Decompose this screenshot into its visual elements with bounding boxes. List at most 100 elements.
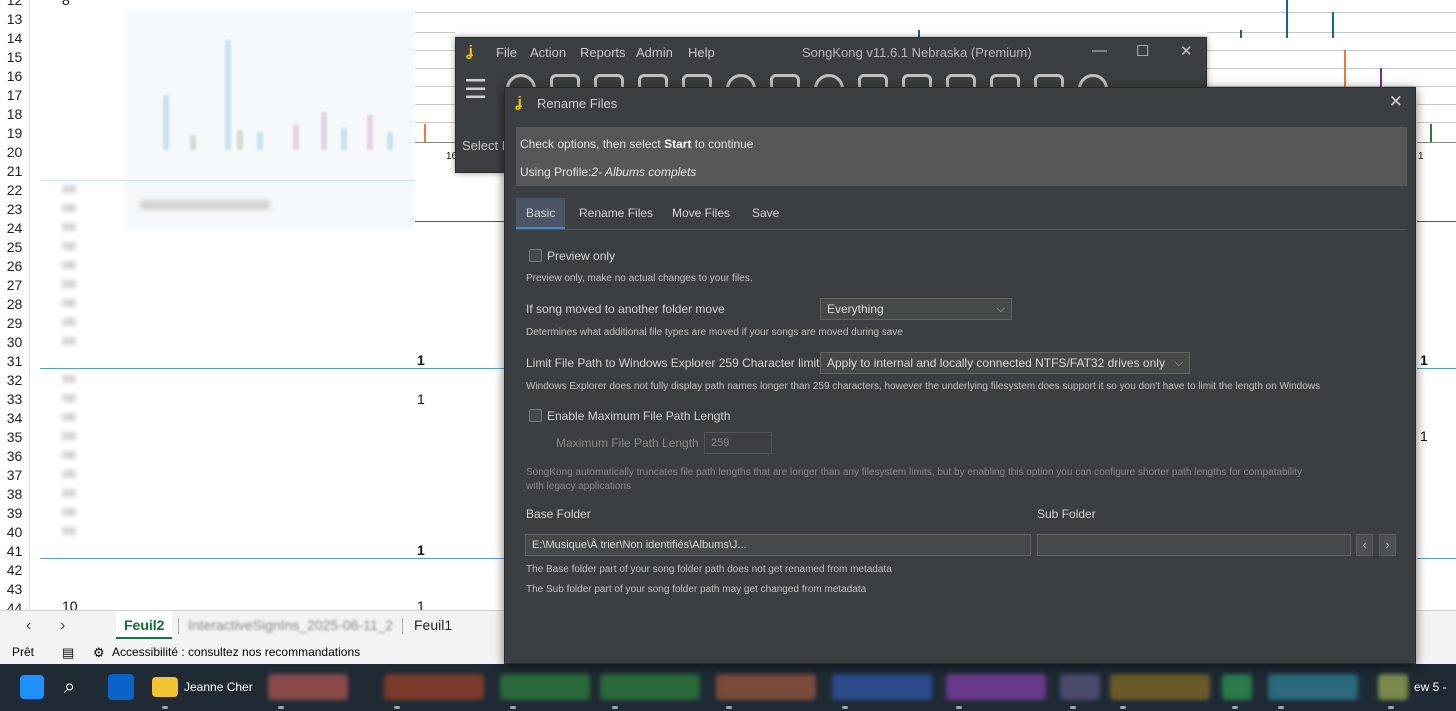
tab-save[interactable]: Save	[742, 198, 789, 229]
main-titlebar: ʝ File Action Reports Admin Help SongKon…	[456, 38, 1206, 66]
tab-rename-files[interactable]: Rename Files	[569, 198, 663, 229]
taskbar-right-label[interactable]: ew 5 -	[1414, 680, 1447, 694]
row-header[interactable]: 20	[0, 143, 30, 162]
row-header[interactable]: 22	[0, 181, 30, 200]
row-header[interactable]: 35	[0, 428, 30, 447]
row-header[interactable]: 30	[0, 333, 30, 352]
cell-right-35[interactable]: 1	[1420, 428, 1428, 444]
info-panel: Check options, then select Start to cont…	[516, 127, 1407, 186]
sheet-prev-icon[interactable]: ‹	[26, 617, 31, 635]
cell-r41[interactable]: 1	[417, 542, 425, 558]
sheet-tab-feuil2[interactable]: Feuil2	[116, 611, 173, 639]
row-headers: 12 13 14 15 16 17 18 19 20 21 22 23 24 25 26 27 28 29 30 31…	[0, 0, 30, 618]
row-header[interactable]: 16	[0, 67, 30, 86]
sub-folder-input[interactable]	[1037, 534, 1351, 556]
row-header[interactable]: 13	[0, 10, 30, 29]
row-header[interactable]: 23	[0, 200, 30, 219]
task-list-icon[interactable]: ☰	[464, 74, 487, 104]
accessibility-status[interactable]: Accessibilité : consultez nos recommanda…	[112, 645, 360, 659]
rename-files-dialog: ʝ Rename Files ✕ Check options, then sel…	[504, 87, 1416, 664]
close-icon[interactable]: ✕	[1180, 42, 1193, 60]
max-length-label: Maximum File Path Length	[556, 436, 699, 450]
sheet-next-icon[interactable]: ›	[60, 617, 65, 635]
row-header[interactable]: 17	[0, 86, 30, 105]
row-header[interactable]: 32	[0, 371, 30, 390]
dialog-tabs: Basic Rename Files Move Files Save	[516, 198, 1407, 230]
info-profile: Using Profile:2- Albums complets	[520, 165, 697, 179]
limit-select[interactable]: Apply to internal and locally connected …	[820, 352, 1190, 374]
row-header[interactable]: 24	[0, 219, 30, 238]
accessibility-icon[interactable]: ⚙	[93, 645, 105, 661]
search-icon[interactable]: ⌕	[64, 674, 90, 700]
sub-folder-desc: The Sub folder part of your song folder …	[526, 584, 867, 595]
chevron-right-icon[interactable]: ›	[1379, 534, 1396, 556]
menu-file[interactable]: File	[496, 45, 517, 60]
menu-help[interactable]: Help	[688, 45, 715, 60]
limit-desc: Windows Explorer does not fully display …	[526, 381, 1321, 392]
taskbar-folder-label[interactable]: Jeanne Cher	[184, 680, 253, 694]
row-header[interactable]: 25	[0, 238, 30, 257]
chart-tick-right: 1	[1418, 151, 1424, 162]
max-length-input[interactable]: 259	[704, 432, 772, 454]
base-folder-label: Base Folder	[526, 507, 591, 521]
windows-start-icon[interactable]	[20, 675, 44, 699]
taskbar: ⌕ Jeanne Cher ew 5 -	[0, 664, 1456, 711]
move-select[interactable]: Everything ⌵	[820, 298, 1012, 320]
maximize-icon[interactable]: ☐	[1136, 42, 1149, 60]
main-window-title: SongKong v11.6.1 Nebraska (Premium)	[802, 45, 1032, 60]
row-header[interactable]: 33	[0, 390, 30, 409]
row-header[interactable]: 29	[0, 314, 30, 333]
row-header[interactable]: 27	[0, 276, 30, 295]
cell-r33[interactable]: 1	[417, 391, 425, 407]
row-header[interactable]: 21	[0, 162, 30, 181]
row-header[interactable]: 19	[0, 124, 30, 143]
row-header[interactable]: 42	[0, 561, 30, 580]
row-header[interactable]: 36	[0, 447, 30, 466]
row-header[interactable]: 14	[0, 29, 30, 48]
outlook-icon[interactable]	[108, 674, 134, 700]
row-header[interactable]: 26	[0, 257, 30, 276]
enable-max-label[interactable]: Enable Maximum File Path Length	[547, 409, 730, 423]
row-header[interactable]: 28	[0, 295, 30, 314]
move-label: If song moved to another folder move	[526, 302, 725, 316]
limit-label: Limit File Path to Windows Explorer 259 …	[526, 356, 820, 370]
row-header[interactable]: 38	[0, 485, 30, 504]
dialog-close-icon[interactable]: ✕	[1389, 92, 1403, 112]
row-header[interactable]: 37	[0, 466, 30, 485]
minimize-icon[interactable]: —	[1092, 42, 1107, 59]
sheet-tab-feuil1[interactable]: Feuil1	[406, 611, 460, 639]
info-instructions: Check options, then select Start to cont…	[520, 137, 754, 151]
cell-right-31[interactable]: 1	[1420, 352, 1428, 368]
chevron-left-icon[interactable]: ‹	[1356, 534, 1373, 556]
row-header[interactable]: 40	[0, 523, 30, 542]
base-folder-input[interactable]: E:\Musique\À trier\Non identifiés\Albums…	[525, 534, 1031, 556]
row-header[interactable]: 41	[0, 542, 30, 561]
status-ready: Prêt	[12, 645, 35, 659]
folder-icon[interactable]	[152, 677, 178, 697]
macro-icon[interactable]: ▤	[62, 645, 74, 661]
preview-only-checkbox[interactable]	[529, 249, 542, 262]
row-header[interactable]: 34	[0, 409, 30, 428]
cell-top-left[interactable]: 8	[62, 0, 70, 8]
enable-max-checkbox[interactable]	[529, 409, 542, 422]
cell-r31[interactable]: 1	[417, 352, 425, 368]
tab-basic[interactable]: Basic	[516, 198, 566, 229]
chevron-down-icon: ⌵	[996, 303, 1005, 315]
row-header[interactable]: 31	[0, 352, 30, 371]
row-header[interactable]: 15	[0, 48, 30, 67]
dialog-logo-icon: ʝ	[515, 94, 522, 111]
menu-reports[interactable]: Reports	[580, 45, 626, 60]
dialog-title: Rename Files	[537, 96, 618, 111]
row-header[interactable]: 43	[0, 580, 30, 599]
menu-admin[interactable]: Admin	[636, 45, 673, 60]
row-header[interactable]: 18	[0, 105, 30, 124]
base-folder-desc: The Base folder part of your song folder…	[526, 564, 892, 575]
preview-only-label[interactable]: Preview only	[547, 249, 615, 263]
menu-action[interactable]: Action	[530, 45, 566, 60]
row-header[interactable]: 39	[0, 504, 30, 523]
preview-only-desc: Preview only, make no actual changes to …	[526, 273, 753, 284]
chevron-down-icon: ⌵	[1174, 357, 1183, 369]
row-header[interactable]: 12	[0, 0, 30, 10]
tab-move-files[interactable]: Move Files	[662, 198, 740, 229]
sheet-tab-interactive[interactable]: InteractiveSignIns_2025-06-11_2	[180, 611, 401, 639]
